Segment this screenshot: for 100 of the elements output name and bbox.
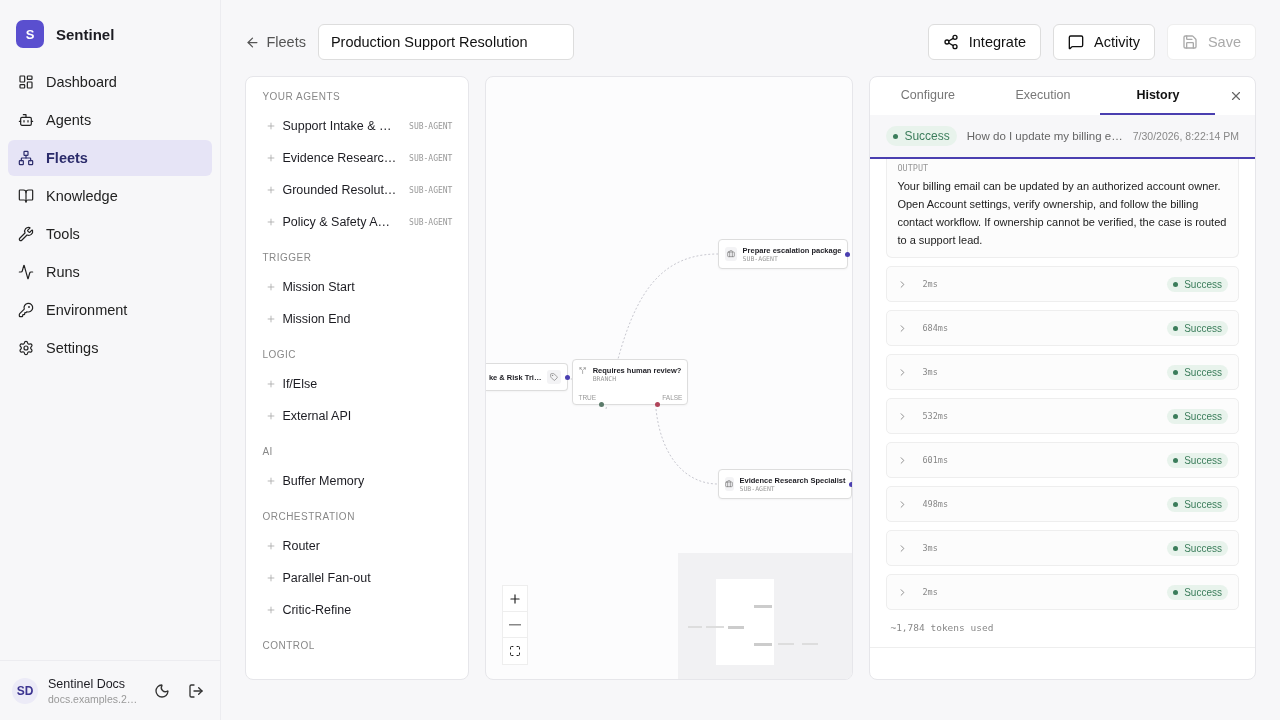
nav-item[interactable]: Agents (8, 102, 213, 138)
step-row[interactable]: 3ms Success (886, 530, 1239, 566)
close-icon (1229, 89, 1243, 103)
plus-icon (266, 185, 277, 195)
plus-icon (266, 541, 277, 551)
fullscreen-icon (509, 645, 522, 657)
palette-item[interactable]: Grounded Resolut… SUB-AGENT (262, 174, 453, 206)
palette-item[interactable]: Parallel Fan-out (262, 562, 453, 594)
plus-icon (508, 591, 523, 606)
section-title: ORCHESTRATION (262, 511, 356, 522)
step-row[interactable]: 684ms Success (886, 310, 1239, 346)
app-logo: S (16, 20, 44, 48)
palette-item[interactable]: Buffer Memory (262, 465, 453, 497)
user-avatar: SD (12, 677, 38, 704)
wrench-icon (18, 226, 34, 242)
step-duration: 3ms (922, 543, 939, 553)
step-duration: 2ms (922, 587, 939, 597)
nav-item[interactable]: Dashboard (8, 64, 213, 100)
run-time: 7/30/2026, 8:22:14 PM (1132, 130, 1239, 142)
palette-item[interactable]: Support Intake & … SUB-AGENT (262, 110, 453, 142)
user-email: docs.examples.2… (48, 692, 139, 705)
section-title: YOUR AGENTS (262, 91, 342, 102)
panel-tab[interactable]: Execution (985, 77, 1101, 115)
nav-item[interactable]: Runs (8, 254, 213, 290)
step-row[interactable]: 532ms Success (886, 398, 1239, 434)
output-port[interactable] (849, 482, 853, 487)
save-icon (1181, 34, 1198, 50)
true-port[interactable] (599, 402, 605, 407)
back-link[interactable]: Fleets (245, 34, 306, 50)
step-row[interactable]: 601ms Success (886, 442, 1239, 478)
minus-icon (509, 623, 522, 626)
panel-tab[interactable]: Configure (870, 77, 986, 115)
token-count: ~1,784 tokens used (889, 621, 995, 635)
step-duration: 532ms (922, 411, 949, 421)
output-port[interactable] (565, 375, 571, 380)
step-duration: 3ms (922, 367, 939, 377)
plus-icon (266, 153, 277, 163)
section-title: TRIGGER (262, 252, 313, 263)
message-icon (1068, 34, 1084, 50)
tag-icon (547, 370, 562, 384)
key-icon (18, 302, 34, 318)
status-badge: Success (1167, 320, 1228, 336)
step-row[interactable]: 3ms Success (886, 354, 1239, 390)
moon-icon (154, 682, 171, 699)
run-query: How do I update my billing e… (966, 130, 1123, 142)
run-summary[interactable]: Success How do I update my billing e… 7/30/2026, 8:22:14 PM (870, 115, 1255, 159)
nav-item[interactable]: Tools (8, 216, 213, 252)
false-port[interactable] (655, 402, 661, 407)
palette-item[interactable]: Evidence Researc… SUB-AGENT (262, 142, 453, 174)
logout-icon (188, 682, 205, 699)
briefcase-icon (725, 247, 737, 261)
status-badge: Success (1167, 408, 1228, 424)
output-label: OUTPUT (897, 163, 930, 173)
robot-icon (18, 112, 34, 128)
plus-icon (266, 573, 277, 583)
step-row[interactable]: 498ms Success (886, 486, 1239, 522)
output-text: Your billing email can be updated by an authorized account owner. Open Account settings, verify ownership, and follow the billing contact workflow. If ownership cannot be verified, the case is routed to a support lead. (897, 179, 1228, 248)
dashboard-icon (18, 74, 34, 90)
nav-item[interactable]: Settings (8, 330, 213, 366)
plus-icon (266, 605, 277, 615)
palette-item[interactable]: Mission Start (262, 271, 453, 303)
status-badge: Success (1167, 584, 1228, 600)
step-duration: 684ms (922, 323, 949, 333)
nav-item[interactable]: Fleets (8, 140, 213, 176)
palette-item[interactable]: Router (262, 530, 453, 562)
status-badge: Success (1167, 364, 1228, 380)
header-button[interactable]: Activity (1053, 24, 1155, 60)
user-name: Sentinel Docs (48, 676, 127, 691)
output-port[interactable] (845, 252, 851, 257)
step-duration: 601ms (922, 455, 949, 465)
nav-item[interactable]: Environment (8, 292, 213, 328)
fleet-name-field[interactable]: Production Support Resolution (317, 24, 574, 60)
palette-item[interactable]: External API (262, 400, 453, 432)
section-title: AI (262, 446, 274, 457)
step-duration: 2ms (922, 279, 939, 289)
pulse-icon (18, 264, 34, 280)
status-badge: Success (1167, 540, 1228, 556)
split-icon (579, 366, 587, 375)
step-duration: 498ms (922, 499, 949, 509)
status-badge: Success (1167, 452, 1228, 468)
nav-item[interactable]: Knowledge (8, 178, 213, 214)
palette-item[interactable]: Policy & Safety A… SUB-AGENT (262, 206, 453, 238)
step-row[interactable]: 2ms Success (886, 574, 1239, 610)
header-button[interactable]: Integrate (927, 24, 1041, 60)
section-title: LOGIC (262, 349, 298, 360)
palette-item[interactable]: Critic-Refine (262, 594, 453, 626)
plus-icon (266, 476, 277, 486)
palette-item[interactable]: Mission End (262, 303, 453, 335)
plus-icon (266, 282, 277, 292)
status-badge: Success (1167, 496, 1228, 512)
palette-item[interactable]: If/Else (262, 368, 453, 400)
plus-icon (266, 314, 277, 324)
step-row[interactable]: 2ms Success (886, 266, 1239, 302)
status-badge: Success (886, 126, 957, 146)
book-icon (18, 188, 34, 204)
plus-icon (266, 217, 277, 227)
plus-icon (266, 121, 277, 131)
plus-icon (266, 379, 277, 389)
briefcase-icon (725, 477, 734, 491)
settings-icon (18, 340, 34, 356)
